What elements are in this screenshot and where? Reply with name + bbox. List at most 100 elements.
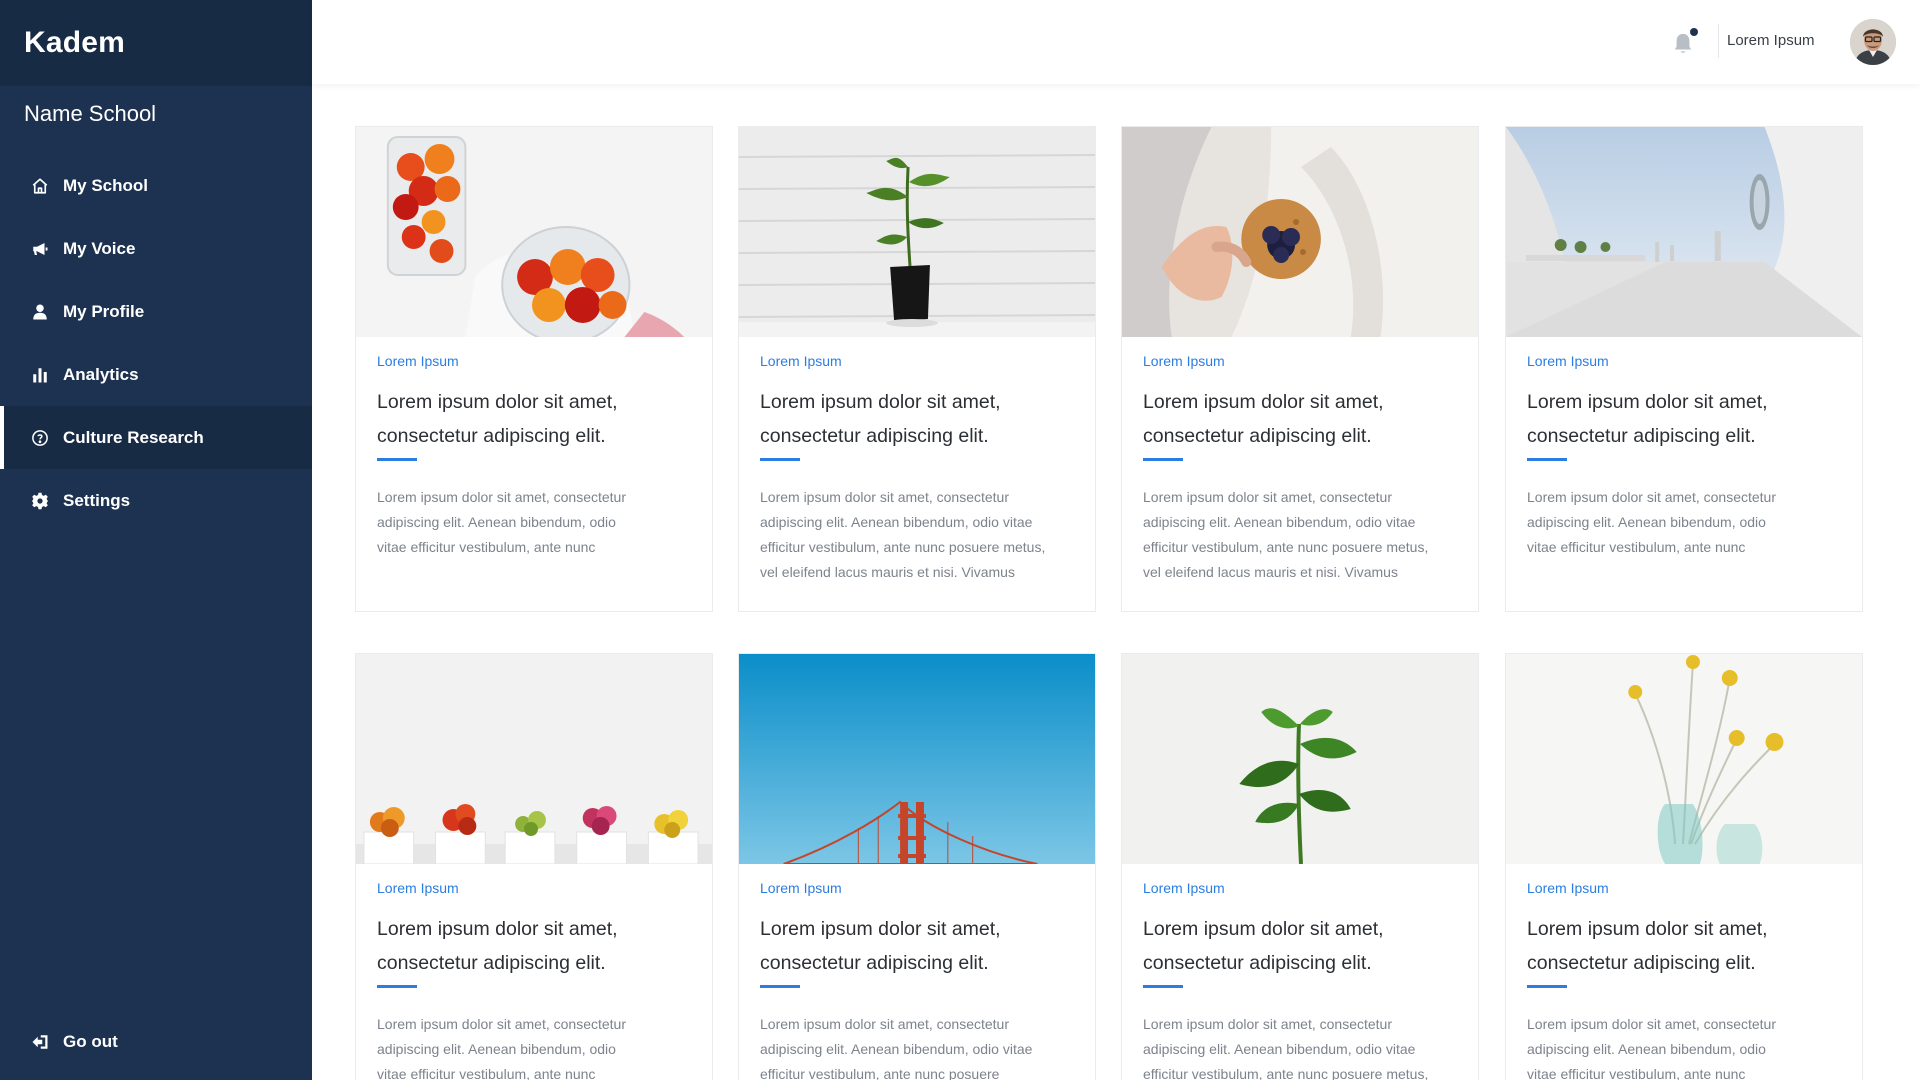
card-description-line: adipiscing elit. Aenean bibendum, odio [377, 514, 616, 530]
card-title-line: Lorem ipsum dolor sit amet, [760, 918, 1001, 940]
card-image [1506, 654, 1862, 864]
card-title[interactable]: Lorem ipsum dolor sit amet, consectetur … [760, 385, 1075, 453]
card-description-line: vitae efficitur vestibulum, ante nunc [377, 1066, 596, 1080]
sidebar-item-analytics[interactable]: Analytics [0, 343, 312, 406]
card-description-line: vitae efficitur vestibulum, ante nunc [377, 539, 596, 555]
bell-icon [1674, 33, 1692, 53]
card-description: Lorem ipsum dolor sit amet, consectetur a… [1527, 1012, 1842, 1080]
card-title-line: consectetur adipiscing elit. [1527, 952, 1756, 974]
card-title-line: consectetur adipiscing elit. [377, 425, 606, 447]
card-title-line: Lorem ipsum dolor sit amet, [1143, 918, 1384, 940]
card-category[interactable]: Lorem Ipsum [760, 353, 1075, 369]
card-description-line: adipiscing elit. Aenean bibendum, odio [1527, 1041, 1766, 1057]
card-description: Lorem ipsum dolor sit amet, consectetur a… [1143, 1012, 1458, 1080]
card-title-line: Lorem ipsum dolor sit amet, [1143, 391, 1384, 413]
school-name: Name School [24, 101, 157, 126]
card-image [356, 127, 712, 337]
card-title-line: consectetur adipiscing elit. [377, 952, 606, 974]
go-out-button[interactable]: Go out [0, 1018, 312, 1066]
card-title[interactable]: Lorem ipsum dolor sit amet, consectetur … [1143, 912, 1458, 980]
brand-logo[interactable]: Kadem [0, 0, 312, 86]
article-card[interactable]: Lorem Ipsum Lorem ipsum dolor sit amet, … [1505, 653, 1863, 1080]
article-card[interactable]: Lorem Ipsum Lorem ipsum dolor sit amet, … [1505, 126, 1863, 612]
sidebar-item-label: My School [63, 175, 149, 195]
card-category[interactable]: Lorem Ipsum [1527, 880, 1842, 896]
card-category[interactable]: Lorem Ipsum [1143, 880, 1458, 896]
card-description-line: adipiscing elit. Aenean bibendum, odio v… [760, 514, 1033, 530]
card-description-line: efficitur vestibulum, ante nunc posuere … [1143, 539, 1429, 555]
gear-icon [30, 491, 50, 511]
sidebar-item-label: Analytics [63, 364, 139, 384]
card-image [1122, 654, 1478, 864]
sidebar-item-label: My Profile [63, 301, 145, 321]
title-underline [377, 985, 417, 988]
card-description: Lorem ipsum dolor sit amet, consectetur a… [377, 485, 692, 560]
article-card[interactable]: Lorem Ipsum Lorem ipsum dolor sit amet, c… [355, 126, 713, 612]
card-description-line: Lorem ipsum dolor sit amet, consectetur [377, 1016, 626, 1032]
card-description-line: adipiscing elit. Aenean bibendum, odio v… [760, 1041, 1033, 1057]
top-header: Lorem Ipsum [312, 0, 1920, 84]
card-title[interactable]: Lorem ipsum dolor sit amet, consectetur … [760, 912, 1075, 980]
card-title-line: consectetur adipiscing elit. [760, 952, 989, 974]
card-category[interactable]: Lorem Ipsum [1143, 353, 1458, 369]
card-description-line: vitae efficitur vestibulum, ante nunc [1527, 1066, 1746, 1080]
card-description-line: adipiscing elit. Aenean bibendum, odio v… [1143, 1041, 1416, 1057]
user-name[interactable]: Lorem Ipsum [1727, 32, 1815, 49]
sidebar-nav: My School My Voice My Profile Analytics … [0, 154, 312, 532]
sidebar-item-label: My Voice [63, 238, 136, 258]
article-card[interactable]: Lorem Ipsum Lorem ipsum dolor sit amet, … [1121, 126, 1479, 612]
card-title[interactable]: Lorem ipsum dolor sit amet, consectetur a… [377, 385, 692, 453]
bar-chart-icon [30, 365, 50, 385]
sidebar-item-my-voice[interactable]: My Voice [0, 217, 312, 280]
card-title-line: consectetur adipiscing elit. [1143, 952, 1372, 974]
article-card[interactable]: Lorem Ipsum Lorem ipsum dolor sit amet, … [738, 653, 1096, 1080]
home-icon [30, 176, 50, 196]
card-category[interactable]: Lorem Ipsum [377, 353, 692, 369]
card-description-line: adipiscing elit. Aenean bibendum, odio [1527, 514, 1766, 530]
notification-button[interactable] [1672, 28, 1698, 56]
card-description-line: vel eleifend lacus mauris et nisi. Vivam… [760, 564, 1015, 580]
article-card[interactable]: Lorem Ipsum Lorem ipsum dolor sit amet, … [355, 653, 713, 1080]
sidebar-item-culture-research[interactable]: Culture Research [0, 406, 312, 469]
card-title-line: consectetur adipiscing elit. [760, 425, 989, 447]
sidebar-item-label: Settings [63, 490, 131, 510]
card-description-line: vitae efficitur vestibulum, ante nunc [1527, 539, 1746, 555]
card-description-line: vel eleifend lacus mauris et nisi. Vivam… [1143, 564, 1398, 580]
title-underline [1143, 458, 1183, 461]
card-description-line: Lorem ipsum dolor sit amet, consectetur [1527, 489, 1776, 505]
megaphone-icon [30, 239, 50, 259]
card-image [739, 654, 1095, 864]
card-title-line: Lorem ipsum dolor sit amet, [1527, 391, 1768, 413]
card-title[interactable]: Lorem ipsum dolor sit amet, consectetur … [1527, 385, 1842, 453]
title-underline [1527, 985, 1567, 988]
sidebar-item-my-school[interactable]: My School [0, 154, 312, 217]
card-title-line: consectetur adipiscing elit. [1143, 425, 1372, 447]
avatar[interactable] [1850, 19, 1896, 65]
card-title-line: consectetur adipiscing elit. [1527, 425, 1756, 447]
card-description-line: Lorem ipsum dolor sit amet, consectetur [760, 489, 1009, 505]
card-description: Lorem ipsum dolor sit amet, consectetur a… [377, 1012, 692, 1080]
title-underline [1527, 458, 1567, 461]
card-category[interactable]: Lorem Ipsum [377, 880, 692, 896]
card-title[interactable]: Lorem ipsum dolor sit amet, consectetur … [377, 912, 692, 980]
card-description-line: efficitur vestibulum, ante nunc posuere [760, 1066, 1000, 1080]
card-description-line: adipiscing elit. Aenean bibendum, odio [377, 1041, 616, 1057]
title-underline [377, 458, 417, 461]
card-title-line: Lorem ipsum dolor sit amet, [377, 391, 618, 413]
card-title-line: Lorem ipsum dolor sit amet, [760, 391, 1001, 413]
title-underline [760, 458, 800, 461]
card-description-line: efficitur vestibulum, ante nunc posuere … [1143, 1066, 1429, 1080]
article-card[interactable]: Lorem Ipsum Lorem ipsum dolor sit amet, … [738, 126, 1096, 612]
card-description: Lorem ipsum dolor sit amet, consectetur a… [760, 1012, 1075, 1080]
sidebar: Kadem Name School My School My Voice My … [0, 0, 312, 1080]
card-category[interactable]: Lorem Ipsum [1527, 353, 1842, 369]
card-title[interactable]: Lorem ipsum dolor sit amet, consectetur … [1527, 912, 1842, 980]
card-category[interactable]: Lorem Ipsum [760, 880, 1075, 896]
card-title[interactable]: Lorem ipsum dolor sit amet, consectetur … [1143, 385, 1458, 453]
article-card[interactable]: Lorem Ipsum Lorem ipsum dolor sit amet, … [1121, 653, 1479, 1080]
sidebar-item-my-profile[interactable]: My Profile [0, 280, 312, 343]
sidebar-item-settings[interactable]: Settings [0, 469, 312, 532]
card-description-line: adipiscing elit. Aenean bibendum, odio v… [1143, 514, 1416, 530]
card-title-line: Lorem ipsum dolor sit amet, [1527, 918, 1768, 940]
card-image [739, 127, 1095, 337]
